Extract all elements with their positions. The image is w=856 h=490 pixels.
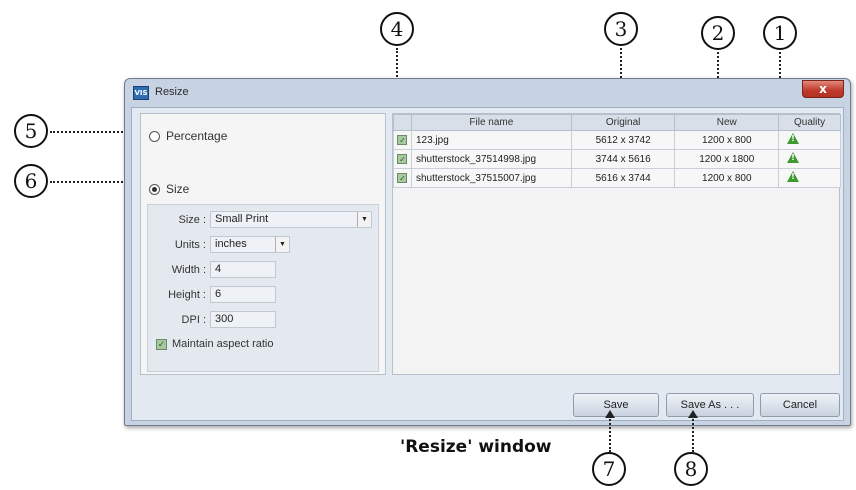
- file-table-panel: File name Original New Quality ✓ 123.jpg…: [392, 113, 841, 375]
- resize-options-panel: Percentage Size Size : Small Print ▼ Uni…: [140, 113, 386, 375]
- dpi-input[interactable]: 300: [210, 311, 276, 328]
- window-title: Resize: [155, 86, 189, 98]
- callout-1: 1: [763, 16, 797, 50]
- file-name-cell: shutterstock_37514998.jpg: [410, 149, 572, 169]
- new-size-cell: 1200 x 800: [674, 168, 780, 188]
- size-dropdown[interactable]: Small Print ▼: [210, 211, 372, 228]
- quality-cell: [778, 168, 841, 188]
- width-field-label: Width :: [171, 264, 206, 276]
- row-checkbox[interactable]: ✓: [397, 172, 408, 183]
- column-header-original[interactable]: Original: [570, 114, 676, 131]
- warning-icon: [787, 171, 800, 182]
- cancel-button[interactable]: Cancel: [760, 393, 840, 417]
- callout-8: 8: [674, 452, 708, 486]
- size-settings-group: Size : Small Print ▼ Units : inches ▼ Wi…: [147, 204, 379, 372]
- select-column-header: [393, 114, 412, 131]
- table-row[interactable]: ✓ shutterstock_37514998.jpg 3744 x 5616 …: [393, 149, 841, 169]
- file-name-cell: 123.jpg: [410, 130, 572, 150]
- row-checkbox-cell[interactable]: ✓: [393, 168, 412, 188]
- row-checkbox-cell[interactable]: ✓: [393, 130, 412, 150]
- table-row[interactable]: ✓ 123.jpg 5612 x 3742 1200 x 800: [393, 130, 841, 150]
- save-button[interactable]: Save: [573, 393, 659, 417]
- dpi-field-label: DPI :: [181, 314, 206, 326]
- new-size-cell: 1200 x 1800: [674, 149, 780, 169]
- column-header-file-name[interactable]: File name: [410, 114, 572, 131]
- maintain-aspect-label: Maintain aspect ratio: [172, 338, 274, 350]
- size-option-label: Size: [166, 182, 190, 196]
- file-table: File name Original New Quality ✓ 123.jpg…: [393, 114, 841, 188]
- quality-cell: [778, 130, 841, 150]
- percentage-option[interactable]: Percentage: [149, 129, 227, 143]
- row-checkbox-cell[interactable]: ✓: [393, 149, 412, 169]
- close-button[interactable]: x: [802, 80, 844, 98]
- leader-line-8: [692, 416, 694, 452]
- callout-7: 7: [592, 452, 626, 486]
- original-size-cell: 3744 x 5616: [570, 149, 676, 169]
- figure-caption: 'Resize' window: [400, 437, 552, 457]
- leader-line-5: [50, 131, 130, 133]
- row-checkbox[interactable]: ✓: [397, 134, 408, 145]
- callout-2: 2: [701, 16, 735, 50]
- warning-icon: [787, 152, 800, 163]
- percentage-label: Percentage: [166, 129, 228, 143]
- units-dropdown[interactable]: inches ▼: [210, 236, 290, 253]
- resize-window: VIS Resize x Percentage Size Size : Smal…: [124, 78, 851, 426]
- size-radio[interactable]: [149, 183, 160, 195]
- app-icon: VIS: [133, 86, 149, 100]
- warning-icon: [787, 133, 800, 144]
- quality-cell: [778, 149, 841, 169]
- callout-4: 4: [380, 12, 414, 46]
- height-field-label: Height :: [168, 289, 206, 301]
- chevron-down-icon[interactable]: ▼: [357, 212, 371, 227]
- dialog-body: Percentage Size Size : Small Print ▼ Uni…: [131, 107, 844, 421]
- title-bar[interactable]: VIS Resize x: [125, 79, 850, 107]
- callout-5: 5: [14, 114, 48, 148]
- size-field-label: Size :: [178, 214, 206, 226]
- row-checkbox[interactable]: ✓: [397, 153, 408, 164]
- new-size-cell: 1200 x 800: [674, 130, 780, 150]
- chevron-down-icon[interactable]: ▼: [275, 237, 289, 252]
- size-option[interactable]: Size: [149, 182, 189, 196]
- maintain-aspect-checkbox[interactable]: ✓: [156, 339, 167, 350]
- leader-line-7: [609, 416, 611, 452]
- units-field-label: Units :: [174, 239, 206, 251]
- size-dropdown-value: Small Print: [215, 213, 269, 225]
- width-input[interactable]: 4: [210, 261, 276, 278]
- column-header-new[interactable]: New: [674, 114, 780, 131]
- callout-3: 3: [604, 12, 638, 46]
- file-name-cell: shutterstock_37515007.jpg: [410, 168, 572, 188]
- original-size-cell: 5612 x 3742: [570, 130, 676, 150]
- save-as-button[interactable]: Save As . . .: [666, 393, 754, 417]
- original-size-cell: 5616 x 3744: [570, 168, 676, 188]
- table-row[interactable]: ✓ shutterstock_37515007.jpg 5616 x 3744 …: [393, 168, 841, 188]
- leader-line-6: [50, 181, 130, 183]
- height-input[interactable]: 6: [210, 286, 276, 303]
- column-header-quality[interactable]: Quality: [778, 114, 841, 131]
- callout-6: 6: [14, 164, 48, 198]
- units-dropdown-value: inches: [215, 238, 247, 250]
- percentage-radio[interactable]: [149, 130, 160, 142]
- table-header-row: File name Original New Quality: [393, 114, 841, 131]
